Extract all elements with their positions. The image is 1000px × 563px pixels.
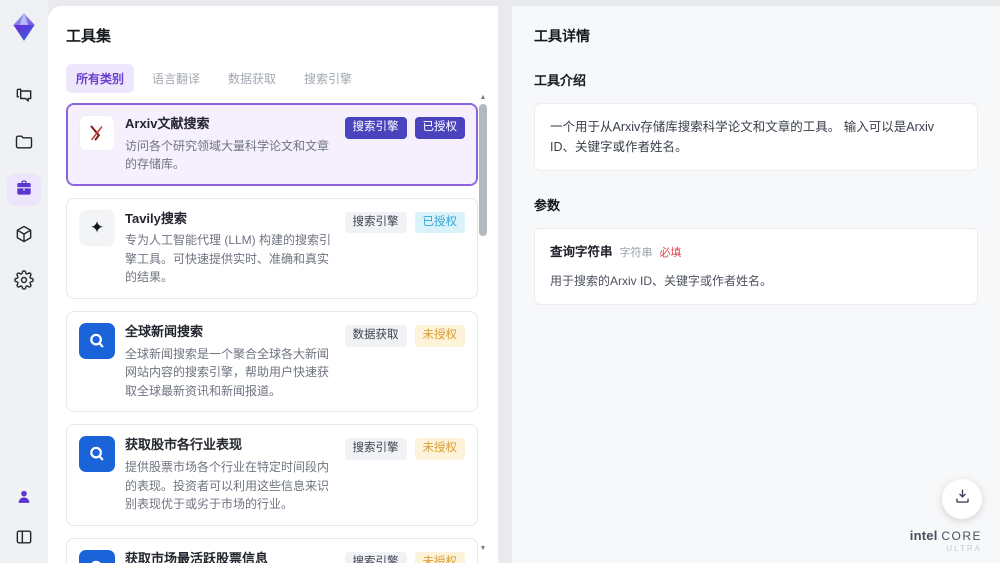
auth-status-badge: 已授权 [414, 117, 465, 139]
news-magnifier-icon [79, 323, 115, 360]
intro-heading: 工具介绍 [534, 73, 587, 88]
tool-list: Arxiv文献搜索 访问各个研究领域大量科学论文和文章的存储库。 搜索引擎 已授… [66, 103, 478, 563]
app-logo [7, 10, 41, 44]
auth-status-badge: 未授权 [414, 551, 465, 563]
news-magnifier-icon [79, 549, 115, 563]
auth-status-badge: 未授权 [414, 325, 465, 347]
gear-icon [14, 269, 34, 295]
tool-details-panel: 工具详情 工具介绍 一个用于从Arxiv存储库搜索科学论文和文章的工具。 输入可… [512, 6, 1000, 563]
user-icon [14, 487, 34, 512]
sidebar-item-account[interactable] [7, 483, 41, 515]
details-title: 工具详情 [534, 28, 590, 44]
news-magnifier-icon [79, 436, 115, 473]
tool-name: Tavily搜索 [125, 210, 187, 226]
scroll-up-arrow[interactable]: ▲ [479, 94, 487, 102]
category-badge: 数据获取 [344, 325, 407, 347]
tool-list-panel: 工具集 所有类别 语言翻译 数据获取 搜索引擎 Arxiv文献搜索 访问各个研究… [48, 6, 498, 563]
sidebar-item-packages[interactable] [7, 220, 41, 252]
tool-description: 提供股票市场各个行业在特定时间段内的表现。投资者可以利用这些信息来识别表现优于或… [125, 459, 330, 512]
sidebar-item-files[interactable] [7, 128, 41, 160]
sidebar-item-collapse-panel[interactable] [7, 523, 41, 555]
tool-name: 全球新闻搜索 [125, 324, 204, 340]
sidebar-item-settings[interactable] [7, 266, 41, 298]
intro-text-box: 一个用于从Arxiv存储库搜索科学论文和文章的工具。 输入可以是Arxiv ID… [534, 103, 978, 171]
chat-icon [14, 86, 34, 111]
cube-icon [14, 224, 34, 249]
tab-search-engine[interactable]: 搜索引擎 [294, 64, 362, 93]
sidebar-item-chat[interactable] [7, 82, 41, 114]
tool-name: 获取市场最活跃股票信息 [125, 550, 269, 563]
tool-name: Arxiv文献搜索 [125, 116, 210, 131]
scrollbar-thumb[interactable] [479, 104, 487, 236]
params-heading: 参数 [534, 198, 561, 213]
folder-icon [14, 132, 34, 157]
category-badge: 搜索引擎 [344, 211, 407, 234]
param-box: 查询字符串 字符串 必填 用于搜索的Arxiv ID、关键字或作者姓名。 [534, 228, 978, 305]
tool-description: 访问各个研究领域大量科学论文和文章的存储库。 [125, 138, 330, 172]
category-badge: 搜索引擎 [344, 438, 407, 460]
param-description: 用于搜索的Arxiv ID、关键字或作者姓名。 [550, 273, 773, 288]
briefcase-icon [14, 178, 34, 203]
intel-wordmark: intel [909, 527, 938, 543]
sidebar-item-tools[interactable] [7, 174, 41, 206]
ultra-wordmark: ULTRA [946, 544, 982, 554]
tab-all-categories[interactable]: 所有类别 [66, 64, 135, 93]
list-scrollbar[interactable]: ▲ ▼ [479, 94, 487, 553]
download-icon [953, 487, 972, 511]
intel-core-logo: intel CORE ULTRA [909, 527, 982, 554]
param-required-flag: 必填 [659, 247, 682, 259]
tool-card-tavily[interactable]: ✦ Tavily搜索 专为人工智能代理 (LLM) 构建的搜索引擎工具。可快速提… [66, 197, 478, 300]
tool-name: 获取股市各行业表现 [125, 437, 243, 453]
core-wordmark: CORE [941, 528, 982, 543]
category-badge: 搜索引擎 [344, 551, 407, 563]
download-button[interactable] [942, 479, 982, 519]
tavily-star-icon: ✦ [79, 209, 115, 246]
page-title: 工具集 [66, 28, 112, 45]
tool-card-most-active-stocks[interactable]: 获取市场最活跃股票信息 提供当天交易量最高的股票列表，投资者可以利用这些信息来识… [66, 537, 478, 563]
category-badge: 搜索引擎 [344, 117, 407, 139]
scroll-down-arrow[interactable]: ▼ [479, 545, 487, 553]
tab-data-acquisition[interactable]: 数据获取 [218, 64, 286, 93]
tool-card-arxiv[interactable]: Arxiv文献搜索 访问各个研究领域大量科学论文和文章的存储库。 搜索引擎 已授… [66, 103, 478, 186]
param-name: 查询字符串 [550, 245, 613, 259]
param-type: 字符串 [619, 247, 653, 259]
category-tabs: 所有类别 语言翻译 数据获取 搜索引擎 [66, 64, 480, 93]
auth-status-badge: 未授权 [414, 438, 465, 460]
tool-card-global-news[interactable]: 全球新闻搜索 全球新闻搜索是一个聚合全球各大新闻网站内容的搜索引擎，帮助用户快速… [66, 311, 478, 413]
tab-language-translation[interactable]: 语言翻译 [142, 64, 210, 93]
arxiv-logo-icon [79, 115, 115, 151]
tool-card-sector-performance[interactable]: 获取股市各行业表现 提供股票市场各个行业在特定时间段内的表现。投资者可以利用这些… [66, 424, 478, 526]
tool-description: 专为人工智能代理 (LLM) 构建的搜索引擎工具。可快速提供实时、准确和真实的结… [125, 233, 332, 285]
auth-status-badge: 已授权 [414, 211, 465, 234]
panel-layout-icon [14, 527, 34, 552]
left-sidebar [0, 0, 48, 563]
tool-description: 全球新闻搜索是一个聚合全球各大新闻网站内容的搜索引擎，帮助用户快速获取全球最新资… [125, 346, 330, 398]
